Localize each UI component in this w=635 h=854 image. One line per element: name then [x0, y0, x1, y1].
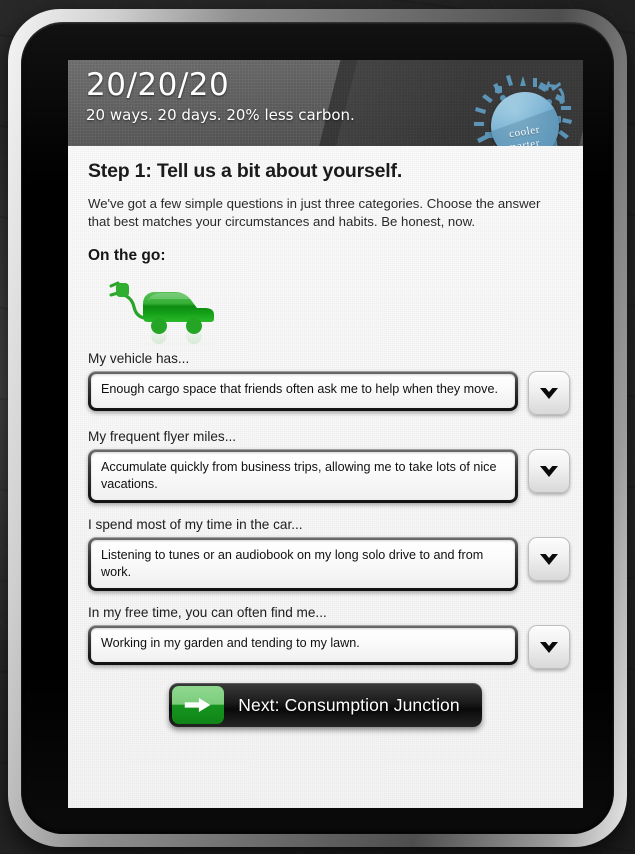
brand-block: 20/20/20 20 ways. 20 days. 20% less carb…	[86, 68, 355, 124]
dropdown-toggle-button[interactable]	[528, 449, 570, 494]
chevron-down-icon	[540, 551, 558, 565]
question-select-row: Listening to tunes or an audiobook on my…	[88, 537, 570, 592]
dropdown-field[interactable]: Accumulate quickly from business trips, …	[88, 449, 518, 504]
page-body: Step 1: Tell us a bit about yourself. We…	[68, 146, 583, 808]
page-description: We've got a few simple questions in just…	[88, 196, 541, 230]
dropdown-value[interactable]: Working in my garden and tending to my l…	[91, 628, 515, 663]
next-button-label: Next: Consumption Junction	[238, 694, 460, 715]
dropdown-value[interactable]: Accumulate quickly from business trips, …	[91, 452, 515, 501]
brand-title: 20/20/20	[86, 67, 230, 103]
dropdown-value[interactable]: Enough cargo space that friends often as…	[91, 374, 515, 409]
dropdown-field[interactable]: Listening to tunes or an audiobook on my…	[88, 537, 518, 592]
tablet-device: 20/20/20 20 ways. 20 days. 20% less carb…	[8, 9, 627, 847]
question-select-row: Accumulate quickly from business trips, …	[88, 449, 570, 504]
next-button[interactable]: Next: Consumption Junction	[169, 683, 482, 728]
question-select-row: Enough cargo space that friends often as…	[88, 371, 570, 416]
dropdown-toggle-button[interactable]	[528, 537, 570, 582]
question-block: My frequent flyer miles... Accumulate qu…	[88, 429, 570, 504]
question-block: I spend most of my time in the car... Li…	[88, 517, 570, 592]
page-title: Step 1: Tell us a bit about yourself.	[88, 160, 403, 182]
question-label: I spend most of my time in the car...	[88, 517, 303, 533]
question-label: In my free time, you can often find me..…	[88, 605, 327, 621]
chevron-down-icon	[540, 385, 558, 399]
question-block: My vehicle has... Enough cargo space tha…	[88, 351, 570, 416]
brand-tagline: 20 ways. 20 days. 20% less carbon.	[86, 106, 355, 125]
tablet-screen: 20/20/20 20 ways. 20 days. 20% less carb…	[68, 60, 583, 808]
electric-car-icon	[102, 271, 232, 371]
dropdown-value[interactable]: Listening to tunes or an audiobook on my…	[91, 540, 515, 589]
question-label: My frequent flyer miles...	[88, 429, 237, 445]
dropdown-field[interactable]: Working in my garden and tending to my l…	[88, 625, 518, 666]
cooler-smarter-logo[interactable]: cooler smarter	[473, 74, 577, 146]
question-block: In my free time, you can often find me..…	[88, 605, 570, 670]
chevron-down-icon	[540, 463, 558, 477]
question-select-row: Working in my garden and tending to my l…	[88, 625, 570, 670]
desktop-backdrop: 20/20/20 20 ways. 20 days. 20% less carb…	[0, 0, 635, 854]
chevron-down-icon	[540, 639, 558, 653]
question-label: My vehicle has...	[88, 351, 190, 367]
dropdown-field[interactable]: Enough cargo space that friends often as…	[88, 371, 518, 412]
dropdown-toggle-button[interactable]	[528, 371, 570, 416]
section-title: On the go:	[88, 247, 166, 265]
arrow-right-icon	[172, 686, 225, 725]
next-button-row: Next: Consumption Junction	[88, 683, 563, 728]
site-header: 20/20/20 20 ways. 20 days. 20% less carb…	[68, 60, 583, 146]
dropdown-toggle-button[interactable]	[528, 625, 570, 670]
